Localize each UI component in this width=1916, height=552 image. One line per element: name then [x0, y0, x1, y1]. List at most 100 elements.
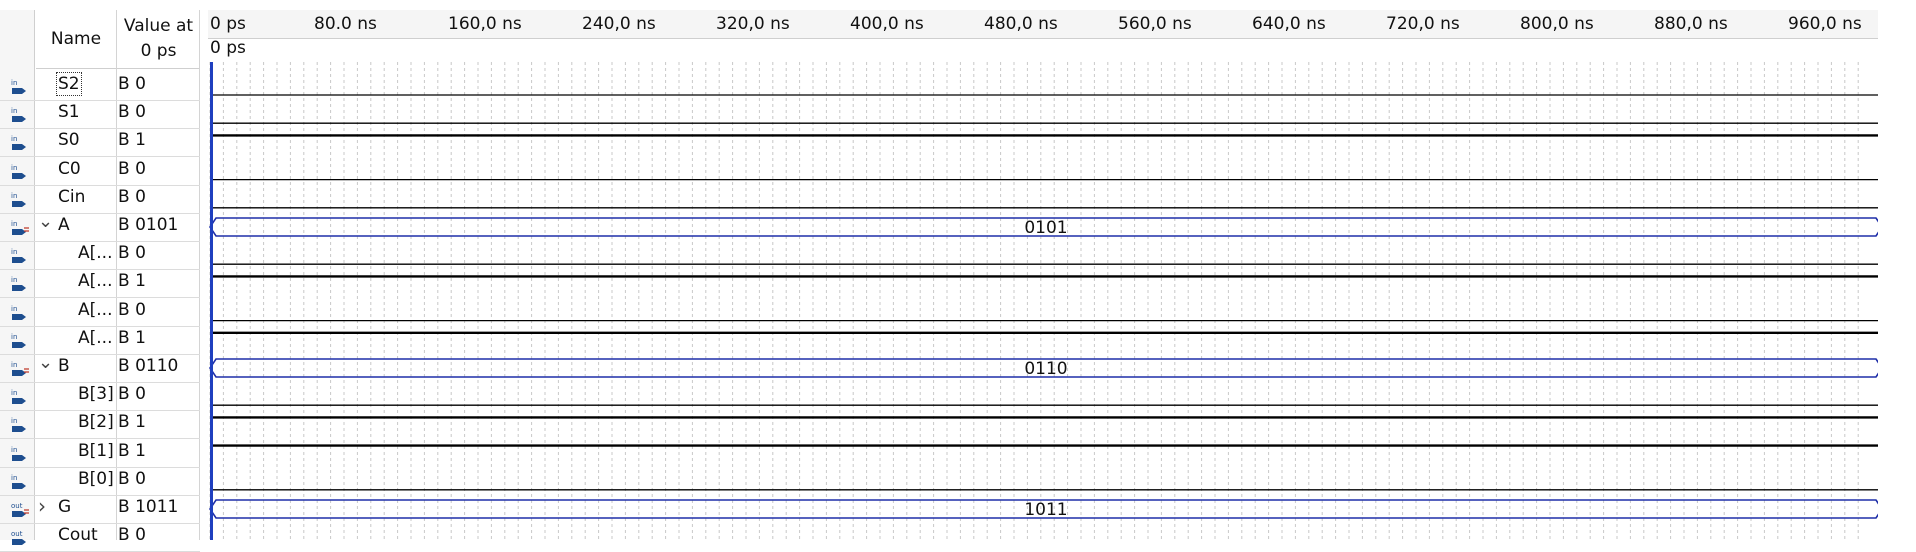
time-tick-label: 880,0 ns — [1654, 14, 1728, 34]
signal-name[interactable]: S2 — [56, 72, 82, 96]
signal-row[interactable]: in A[... B 1 — [0, 326, 200, 355]
signal-name[interactable]: A[... — [78, 300, 112, 320]
time-tick-label: 400,0 ns — [850, 14, 924, 34]
signal-row[interactable]: out › G B 1011 — [0, 494, 200, 524]
signal-value: B 0 — [118, 102, 146, 123]
signal-name[interactable]: S1 — [58, 102, 80, 122]
signal-value: B 0110 — [118, 356, 179, 376]
signal-name[interactable]: B[3] — [78, 384, 114, 404]
signal-value: B 1 — [118, 440, 146, 461]
signal-name[interactable]: Cout — [58, 525, 98, 545]
name-column-header[interactable]: Name — [36, 10, 116, 69]
signal-row[interactable]: in B[0] B 0 — [0, 467, 200, 496]
name-header-label: Name — [50, 29, 102, 49]
signal-name[interactable]: A[... — [78, 328, 112, 348]
signal-row[interactable]: in A[... B 0 — [0, 241, 200, 271]
time-tick-label: 240,0 ns — [582, 14, 656, 34]
svg-text:in: in — [11, 333, 17, 341]
signal-row[interactable]: in S1 B 0 — [0, 100, 200, 130]
output-bus-icon: out — [11, 502, 29, 517]
input-pin-icon: in — [11, 333, 26, 348]
value-column-header[interactable]: Value at 0 ps — [117, 10, 200, 69]
expand-chevron-icon[interactable]: ⌄ — [38, 352, 53, 373]
signal-row[interactable]: in S2 B 0 — [0, 72, 200, 101]
cursor-time-label: 0 ps — [210, 38, 246, 58]
input-pin-icon: in — [11, 276, 26, 292]
signal-name[interactable]: B[1] — [78, 441, 114, 461]
signal-row[interactable]: in B[3] B 0 — [0, 382, 200, 412]
signal-name[interactable]: S0 — [58, 130, 80, 150]
signal-name[interactable]: C0 — [58, 159, 81, 179]
value-header-line1: Value at — [123, 16, 194, 36]
signal-name[interactable]: B — [58, 356, 70, 376]
input-bus-icon: in — [11, 220, 29, 235]
time-ruler[interactable]: 0 ps 80.0 ns 160,0 ns 240,0 ns 320,0 ns 400,0… — [208, 10, 1878, 39]
signal-value: B 0 — [118, 299, 146, 320]
input-pin-icon: in — [11, 135, 26, 151]
svg-text:in: in — [11, 446, 17, 454]
time-tick-label: 0 ps — [210, 14, 246, 34]
svg-text:in: in — [11, 107, 17, 115]
collapse-chevron-icon[interactable]: › — [38, 494, 46, 518]
output-pin-icon: out — [11, 530, 26, 546]
signal-row[interactable]: in A[... B 1 — [0, 269, 200, 299]
svg-text:in: in — [11, 417, 17, 425]
time-tick-label: 480,0 ns — [984, 14, 1058, 34]
signal-row[interactable]: in B[2] B 1 — [0, 410, 200, 440]
signal-value: B 1 — [118, 327, 146, 348]
signal-row[interactable]: in S0 B 1 — [0, 128, 200, 158]
signal-row[interactable]: in A[... B 0 — [0, 298, 200, 327]
signal-value: B 1 — [118, 130, 146, 151]
time-tick-label: 560,0 ns — [1118, 14, 1192, 34]
signal-name[interactable]: G — [58, 497, 71, 517]
signal-name[interactable]: B[2] — [78, 412, 114, 432]
signal-row[interactable]: in ⌄ B B 0110 — [0, 352, 200, 383]
time-tick-label: 320,0 ns — [716, 14, 790, 34]
input-pin-icon: in — [11, 446, 26, 461]
vertical-scroll-area[interactable] — [1878, 10, 1916, 540]
signal-value: B 1011 — [118, 497, 179, 517]
signal-name[interactable]: A[... — [78, 243, 112, 263]
time-tick-label: 800,0 ns — [1520, 14, 1594, 34]
signal-value: B 1 — [118, 412, 146, 433]
signal-value: B 0 — [118, 158, 146, 179]
signal-value: B 1 — [118, 271, 146, 292]
signal-row[interactable]: in ⌄ A B 0101 — [0, 211, 200, 242]
input-pin-icon: in — [11, 79, 26, 94]
time-tick-label: 720,0 ns — [1386, 14, 1460, 34]
svg-text:out: out — [11, 502, 23, 510]
time-tick-label: 960,0 ns — [1788, 14, 1862, 34]
signal-row[interactable]: out Cout B 0 — [0, 523, 200, 552]
input-pin-icon: in — [11, 389, 26, 405]
signal-row[interactable]: in Cin B 0 — [0, 185, 200, 214]
input-pin-icon: in — [11, 192, 26, 207]
svg-text:out: out — [11, 530, 23, 538]
svg-text:in: in — [11, 164, 17, 172]
signal-name[interactable]: A[... — [78, 271, 112, 291]
svg-text:in: in — [11, 192, 17, 200]
input-pin-icon: in — [11, 107, 26, 123]
svg-text:in: in — [11, 276, 17, 284]
expand-chevron-icon[interactable]: ⌄ — [38, 211, 53, 232]
waveform-canvas[interactable]: 0101 0110 1011 — [208, 62, 1878, 540]
value-header-line2: 0 ps — [140, 41, 177, 61]
time-cursor[interactable] — [210, 62, 213, 540]
input-pin-icon: in — [11, 248, 26, 264]
time-tick-label: 160,0 ns — [448, 14, 522, 34]
input-pin-icon: in — [11, 164, 26, 179]
signal-value: B 0 — [118, 243, 146, 264]
signal-list-panel: Name Value at 0 ps in S2 B 0 in S1 B 0 in S0 B 1… — [0, 0, 200, 552]
signal-value: B 0 — [118, 186, 146, 207]
svg-text:in: in — [11, 361, 17, 369]
signal-name[interactable]: B[0] — [78, 469, 114, 489]
signal-row[interactable]: in B[1] B 1 — [0, 439, 200, 468]
bus-value-label: 1011 — [1024, 500, 1067, 520]
svg-text:in: in — [11, 389, 17, 397]
bus-value-label: 0101 — [1024, 218, 1067, 238]
bus-value-label: 0110 — [1024, 359, 1067, 379]
signal-name[interactable]: A — [58, 215, 70, 235]
signal-name[interactable]: Cin — [58, 187, 85, 207]
svg-text:in: in — [11, 79, 17, 87]
signal-row[interactable]: in C0 B 0 — [0, 157, 200, 186]
svg-text:in: in — [11, 305, 17, 313]
